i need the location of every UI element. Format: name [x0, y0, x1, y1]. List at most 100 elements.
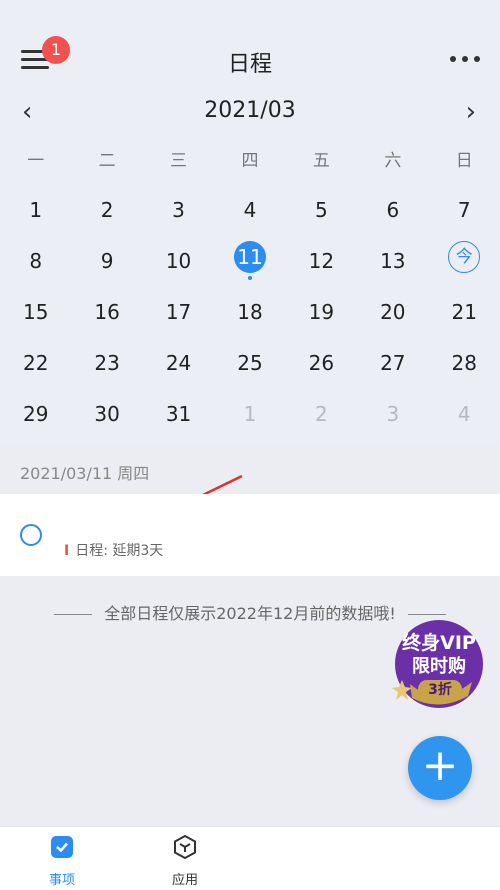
day-cell[interactable]: 26 [286, 333, 357, 384]
day-number: 18 [237, 300, 263, 324]
day-number: 26 [308, 351, 335, 375]
day-cell-selected[interactable]: 11 [214, 231, 285, 282]
day-number: 15 [22, 300, 49, 324]
day-cell-other-month[interactable]: 4 [429, 384, 500, 435]
day-cell[interactable]: 21 [429, 282, 500, 333]
day-cell[interactable]: 15 [0, 282, 71, 333]
weekday-header: 一 二 三 四 五 六 日 [0, 146, 500, 172]
complete-checkbox[interactable] [20, 524, 42, 546]
day-number: 4 [243, 198, 257, 222]
hexagon-app-icon [174, 834, 196, 860]
day-cell[interactable]: 16 [71, 282, 142, 333]
delay-marker: I [64, 543, 70, 559]
day-number: 16 [94, 300, 120, 324]
day-number: 4 [457, 402, 471, 426]
day-number: 2 [315, 402, 328, 426]
day-number: 1 [243, 402, 257, 426]
agenda-item[interactable]: I 日程: 延期3天 [0, 494, 500, 576]
day-number: 5 [315, 198, 328, 222]
calendar-week: 29 30 31 1 2 3 4 [0, 384, 500, 435]
day-number: 10 [165, 249, 192, 273]
day-number: 7 [457, 198, 471, 222]
day-number: 28 [451, 351, 477, 375]
day-cell[interactable]: 18 [214, 282, 285, 333]
day-cell[interactable]: 9 [71, 231, 142, 282]
day-number: 19 [308, 300, 335, 324]
weekday-label: 四 [241, 151, 259, 171]
weekday-label: 一 [27, 151, 45, 171]
footnote-text: 全部日程仅展示2022年12月前的数据哦! [104, 604, 396, 623]
day-number: 8 [29, 249, 43, 273]
day-cell[interactable]: 25 [214, 333, 285, 384]
day-number: 31 [165, 402, 192, 426]
day-cell[interactable]: 5 [286, 180, 357, 231]
day-number: 24 [165, 351, 192, 375]
tab-label: 应用 [171, 873, 198, 888]
weekday-label: 五 [312, 151, 330, 171]
today-marker: 今 [448, 241, 481, 273]
day-cell[interactable]: 12 [286, 231, 357, 282]
add-button[interactable]: + [408, 736, 472, 800]
weekday-label: 日 [455, 151, 473, 171]
day-number: 13 [380, 249, 406, 273]
day-cell[interactable]: 13 [357, 231, 428, 282]
day-cell[interactable]: 22 [0, 333, 71, 384]
weekday-label: 三 [170, 151, 188, 171]
day-cell[interactable]: 17 [143, 282, 214, 333]
more-dots-icon[interactable] [450, 56, 480, 64]
day-number: 30 [94, 402, 120, 426]
day-cell[interactable]: 3 [143, 180, 214, 231]
weekday-label: 二 [98, 151, 116, 171]
delay-text: 日程: 延期3天 [75, 543, 164, 559]
tab-apps[interactable]: 应用 [155, 834, 215, 888]
day-cell[interactable]: 8 [0, 231, 71, 282]
day-cell[interactable]: 28 [429, 333, 500, 384]
day-number: 21 [451, 300, 477, 324]
day-cell[interactable]: 29 [0, 384, 71, 435]
promo-line3: 3折 [428, 681, 452, 698]
calendar-week: 8 9 10 11 12 13 今 [0, 231, 500, 282]
day-number: 17 [165, 300, 192, 324]
day-cell-today[interactable]: 今 [429, 231, 500, 282]
page-title: 日程 [227, 52, 272, 77]
day-cell[interactable]: 6 [357, 180, 428, 231]
tab-events[interactable]: 事项 [32, 835, 92, 888]
day-cell[interactable]: 30 [71, 384, 142, 435]
day-number: 9 [100, 249, 114, 273]
event-dot-icon [248, 276, 253, 280]
day-number: 23 [94, 351, 120, 375]
chevron-right-icon[interactable]: › [466, 97, 476, 127]
day-cell[interactable]: 2 [71, 180, 142, 231]
day-number: 12 [308, 249, 335, 273]
day-number: 22 [22, 351, 49, 375]
day-number: 2 [100, 198, 114, 222]
checkbox-icon [51, 836, 73, 858]
day-cell[interactable]: 10 [143, 231, 214, 282]
day-number: 20 [380, 300, 406, 324]
day-number: 27 [380, 351, 406, 375]
day-number: 29 [22, 402, 49, 426]
day-cell[interactable]: 23 [71, 333, 142, 384]
day-cell[interactable]: 24 [143, 333, 214, 384]
day-cell[interactable]: 7 [429, 180, 500, 231]
selected-day-number: 11 [233, 241, 266, 273]
delay-note: I 日程: 延期3天 [64, 540, 163, 560]
month-navigation: ‹ 2021/03 › [0, 95, 500, 129]
calendar-week: 1 2 3 4 5 6 7 [0, 180, 500, 231]
day-cell-other-month[interactable]: 2 [286, 384, 357, 435]
day-cell[interactable]: 19 [286, 282, 357, 333]
day-number: 3 [386, 402, 400, 426]
calendar-week: 22 23 24 25 26 27 28 [0, 333, 500, 384]
promo-line2: 限时购 [412, 655, 466, 677]
day-cell-other-month[interactable]: 3 [357, 384, 428, 435]
calendar-grid: 1 2 3 4 5 6 7 8 9 10 11 12 13 今 15 16 17… [0, 180, 500, 435]
day-cell-other-month[interactable]: 1 [214, 384, 285, 435]
day-cell[interactable]: 1 [0, 180, 71, 231]
promo-line1: 终身VIP [402, 631, 476, 654]
day-cell[interactable]: 27 [357, 333, 428, 384]
tab-label: 事项 [48, 873, 75, 888]
day-cell[interactable]: 31 [143, 384, 214, 435]
day-cell[interactable]: 20 [357, 282, 428, 333]
day-cell[interactable]: 4 [214, 180, 285, 231]
vip-promo-badge[interactable]: 终身VIP 限时购 3折 [388, 612, 490, 712]
